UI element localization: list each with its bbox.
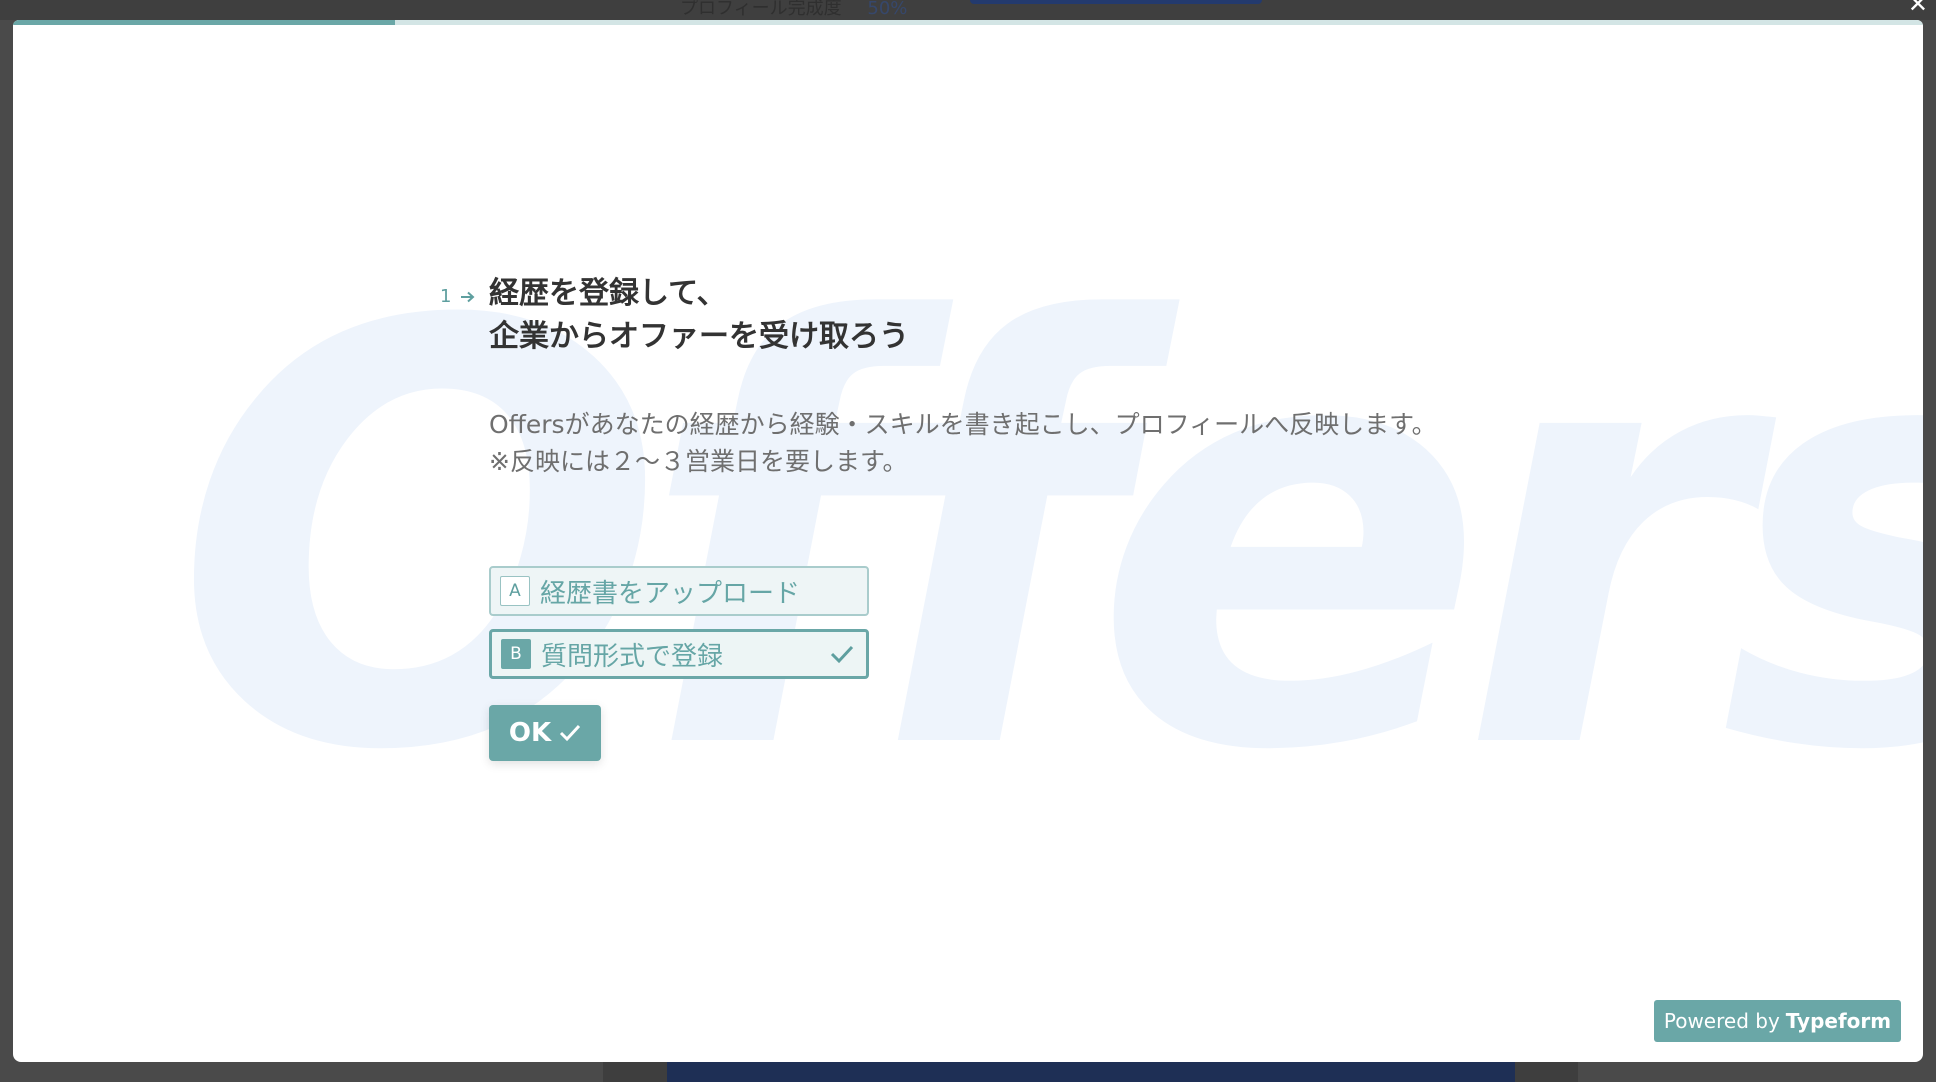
ok-button[interactable]: OK (489, 705, 601, 761)
checkmark-icon (560, 724, 581, 742)
powered-by-text: Powered by (1663, 1009, 1780, 1033)
form-progress-fill (13, 20, 395, 25)
close-icon[interactable]: ✕ (1908, 0, 1928, 16)
checkmark-icon (830, 645, 854, 664)
choice-question-format[interactable]: B 質問形式で登録 (489, 629, 869, 679)
question-title: 経歴を登録して、 企業からオファーを受け取ろう (489, 276, 909, 354)
background-header-text: プロフィール完成度 50% (680, 0, 908, 19)
ok-button-label: OK (508, 718, 552, 748)
choice-upload-resume[interactable]: A 経歴書をアップロード (489, 566, 869, 616)
question-number: 1 (440, 286, 476, 307)
powered-by-typeform-badge[interactable]: Powered by Typeform (1654, 1000, 1901, 1042)
background-bottom-button (667, 1062, 1515, 1082)
background-header (0, 0, 1936, 20)
arrow-right-icon (461, 291, 475, 303)
description-note: ※反映には２〜３営業日を要します。 (489, 447, 908, 476)
offers-watermark-logo: Offers (173, 202, 1923, 877)
background-progress-bar (970, 0, 1262, 4)
typeform-modal: Offers 1 経歴を登録して、 企業からオファーを受け取ろう Offersが… (13, 20, 1923, 1062)
choice-key-badge: A (500, 576, 530, 606)
choice-label: 質問形式で登録 (541, 641, 724, 672)
question-description: Offersがあなたの経歴から経験・スキルを書き起こし、プロフィールへ反映します… (489, 406, 1449, 480)
typeform-brand: Typeform (1785, 1009, 1892, 1033)
choice-label: 経歴書をアップロード (540, 578, 801, 609)
choice-key-badge: B (501, 639, 531, 669)
form-progress-track (13, 20, 1923, 25)
description-line: Offersがあなたの経歴から経験・スキルを書き起こし、プロフィールへ反映します… (489, 410, 1437, 439)
